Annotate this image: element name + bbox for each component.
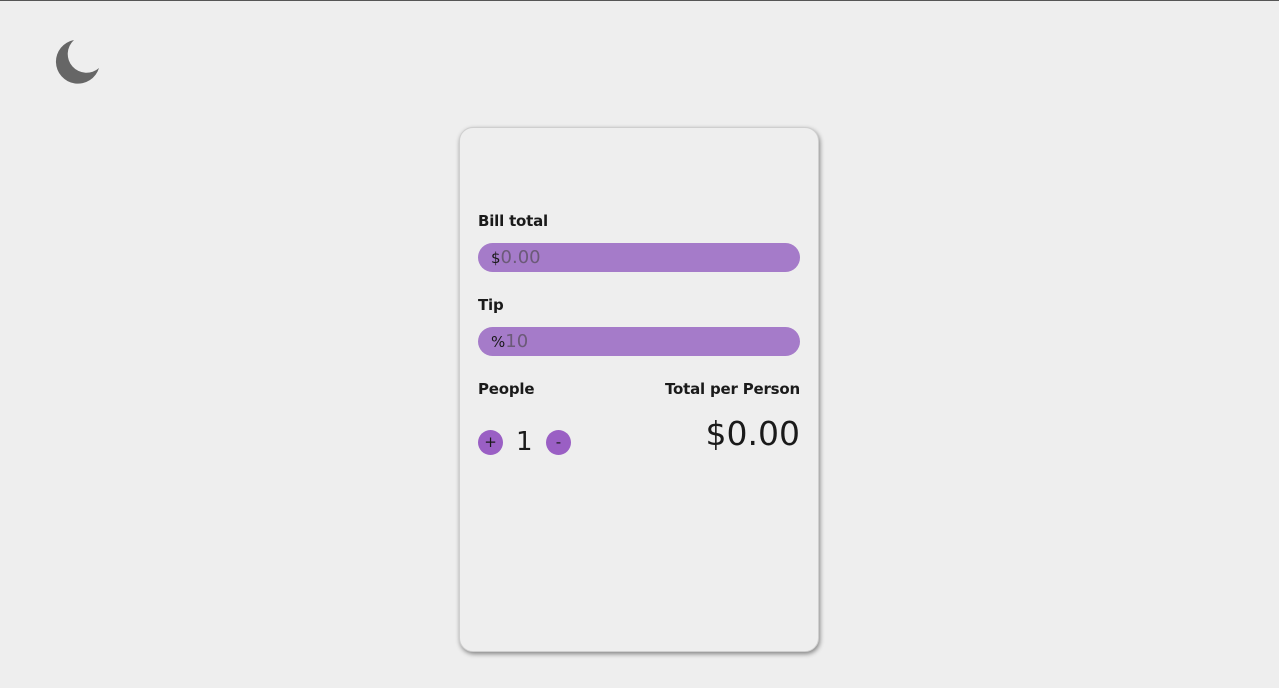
bill-total-label: Bill total: [478, 212, 548, 230]
window-top-border: [0, 0, 1279, 1]
tip-label: Tip: [478, 296, 504, 314]
people-label: People: [478, 380, 535, 398]
tip-field[interactable]: %: [478, 327, 800, 356]
total-per-person-label: Total per Person: [664, 380, 800, 398]
tip-calculator-card: Bill total $ Tip % People Total per Pers…: [459, 127, 819, 652]
theme-toggle-button[interactable]: [54, 39, 100, 85]
tip-input[interactable]: [505, 331, 786, 352]
currency-prefix: $: [491, 248, 501, 267]
increase-people-button[interactable]: +: [478, 430, 503, 455]
bill-total-input[interactable]: [500, 247, 781, 268]
percent-prefix: %: [491, 332, 506, 351]
moon-icon: [55, 40, 99, 84]
decrease-people-button[interactable]: -: [546, 430, 571, 455]
total-per-person-value: $0.00: [705, 414, 800, 453]
bill-total-field[interactable]: $: [478, 243, 800, 272]
people-count: 1: [516, 427, 533, 457]
